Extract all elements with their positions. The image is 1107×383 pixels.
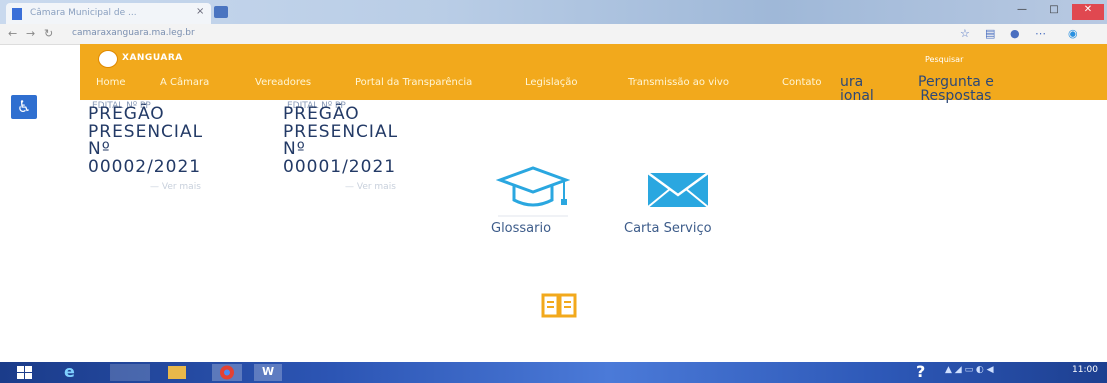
collections-icon[interactable]: ▤ [985,27,995,40]
windows-taskbar: e W ? ▲ ◢ ▭ ◐ ◀ 11:00 [0,362,1107,383]
settings-icon[interactable]: ⋯ [1035,27,1046,40]
menu-item-home[interactable]: Home [96,77,126,88]
taskbar-clock[interactable]: 11:00 [1072,365,1098,382]
menu-item-transparencia[interactable]: Portal da Transparência [355,77,472,88]
perguntas-respostas-link[interactable]: Pergunta e Respostas [918,75,994,103]
logo-text: XANGUARA [122,53,183,63]
taskbar-app-slot[interactable] [110,364,150,381]
envelope-icon[interactable] [646,171,710,209]
new-tab-button[interactable] [214,6,228,18]
window-controls: — □ ✕ [1000,4,1107,22]
url-field[interactable]: camaraxanguara.ma.leg.br [72,28,195,38]
menu-item-legislacao[interactable]: Legislação [525,77,578,88]
site-logo[interactable]: XANGUARA [98,50,218,68]
card-title-middle[interactable]: PREGÃO PRESENCIAL Nº 00001/2021 [283,105,398,176]
system-tray-icons[interactable]: ▲ ◢ ▭ ◐ ◀ [945,365,994,382]
book-icon[interactable] [541,293,577,319]
site-search-input[interactable]: Pesquisar [925,55,1025,67]
graduation-cap-icon[interactable] [496,162,570,220]
back-icon[interactable]: ← [8,27,17,40]
card-link-left[interactable]: — Ver mais [150,182,201,192]
browser-tab-bar: Câmara Municipal de ... × — □ ✕ [0,0,1107,24]
forward-icon[interactable]: → [26,27,35,40]
word-icon[interactable]: W [254,364,282,381]
card-title-left[interactable]: PREGÃO PRESENCIAL Nº 00002/2021 [88,105,203,176]
minimize-button[interactable]: — [1008,4,1036,20]
logo-emblem-icon [98,50,118,68]
address-bar-row: ← → ↻ camaraxanguara.ma.leg.br ☆ ▤ ● ⋯ ◉ [0,24,1107,45]
help-icon[interactable]: ? [916,362,925,381]
internet-explorer-icon[interactable]: e [64,362,75,381]
maximize-button[interactable]: □ [1040,4,1068,20]
menu-item-transmissao[interactable]: Transmissão ao vivo [628,77,729,88]
cultura-link-partial[interactable]: ura ional [840,75,874,103]
file-explorer-icon[interactable] [168,366,186,379]
carta-servico-link[interactable]: Carta Serviço [624,221,712,236]
close-window-button[interactable]: ✕ [1072,4,1104,20]
accessibility-icon[interactable]: ♿ [11,95,37,119]
windows-start-icon[interactable] [16,364,34,381]
refresh-icon[interactable]: ↻ [44,27,53,40]
menu-item-contato[interactable]: Contato [782,77,822,88]
menu-item-camara[interactable]: A Câmara [160,77,209,88]
page-favicon-icon [12,8,22,20]
star-icon[interactable]: ☆ [960,27,970,40]
sync-icon[interactable]: ◉ [1068,27,1078,40]
card-link-middle[interactable]: — Ver mais [345,182,396,192]
browser-tab[interactable]: Câmara Municipal de ... × [6,3,211,24]
menu-item-vereadores[interactable]: Vereadores [255,77,311,88]
chrome-icon[interactable] [212,364,242,381]
close-tab-icon[interactable]: × [196,6,204,17]
tab-title: Câmara Municipal de ... [30,8,137,18]
glossary-link[interactable]: Glossario [491,221,551,236]
profile-icon[interactable]: ● [1010,27,1020,40]
